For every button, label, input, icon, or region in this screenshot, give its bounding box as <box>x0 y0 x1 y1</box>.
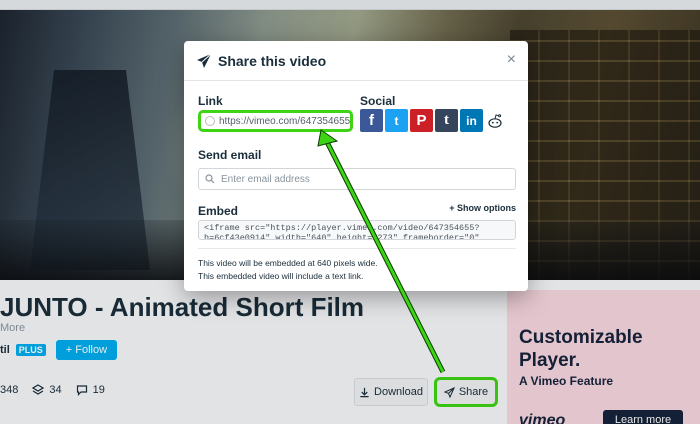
social-label: Social <box>360 94 396 108</box>
link-field[interactable]: https://vimeo.com/647354655 <box>198 110 353 132</box>
social-icons: f t P t in <box>360 109 505 132</box>
embed-divider <box>198 248 516 249</box>
send-email-label: Send email <box>198 148 262 162</box>
email-placeholder: Enter email address <box>221 173 310 185</box>
link-value: https://vimeo.com/647354655 <box>219 115 351 127</box>
facebook-icon[interactable]: f <box>360 109 383 132</box>
modal-header: Share this video <box>184 41 528 81</box>
linkedin-icon[interactable]: in <box>460 109 483 132</box>
reddit-alien-icon <box>488 113 502 128</box>
search-icon <box>205 174 215 184</box>
paper-plane-icon <box>197 53 212 68</box>
tumblr-icon[interactable]: t <box>435 109 458 132</box>
reddit-icon[interactable] <box>485 109 505 132</box>
embed-label: Embed <box>198 204 239 218</box>
email-field[interactable]: Enter email address <box>198 168 516 190</box>
link-label: Link <box>198 94 223 108</box>
close-icon[interactable]: × <box>507 52 516 68</box>
embed-link-note: This embedded video will include a text … <box>198 271 364 281</box>
pinterest-icon[interactable]: P <box>410 109 433 132</box>
twitter-icon[interactable]: t <box>385 109 408 132</box>
link-globe-icon <box>205 116 215 126</box>
embed-code-field[interactable]: <iframe src="https://player.vimeo.com/vi… <box>198 220 516 240</box>
show-options-link[interactable]: + Show options <box>449 203 516 213</box>
modal-title: Share this video <box>218 52 327 69</box>
share-modal: Share this video × Link https://vimeo.co… <box>184 41 528 291</box>
embed-width-note: This video will be embedded at 640 pixel… <box>198 258 378 268</box>
